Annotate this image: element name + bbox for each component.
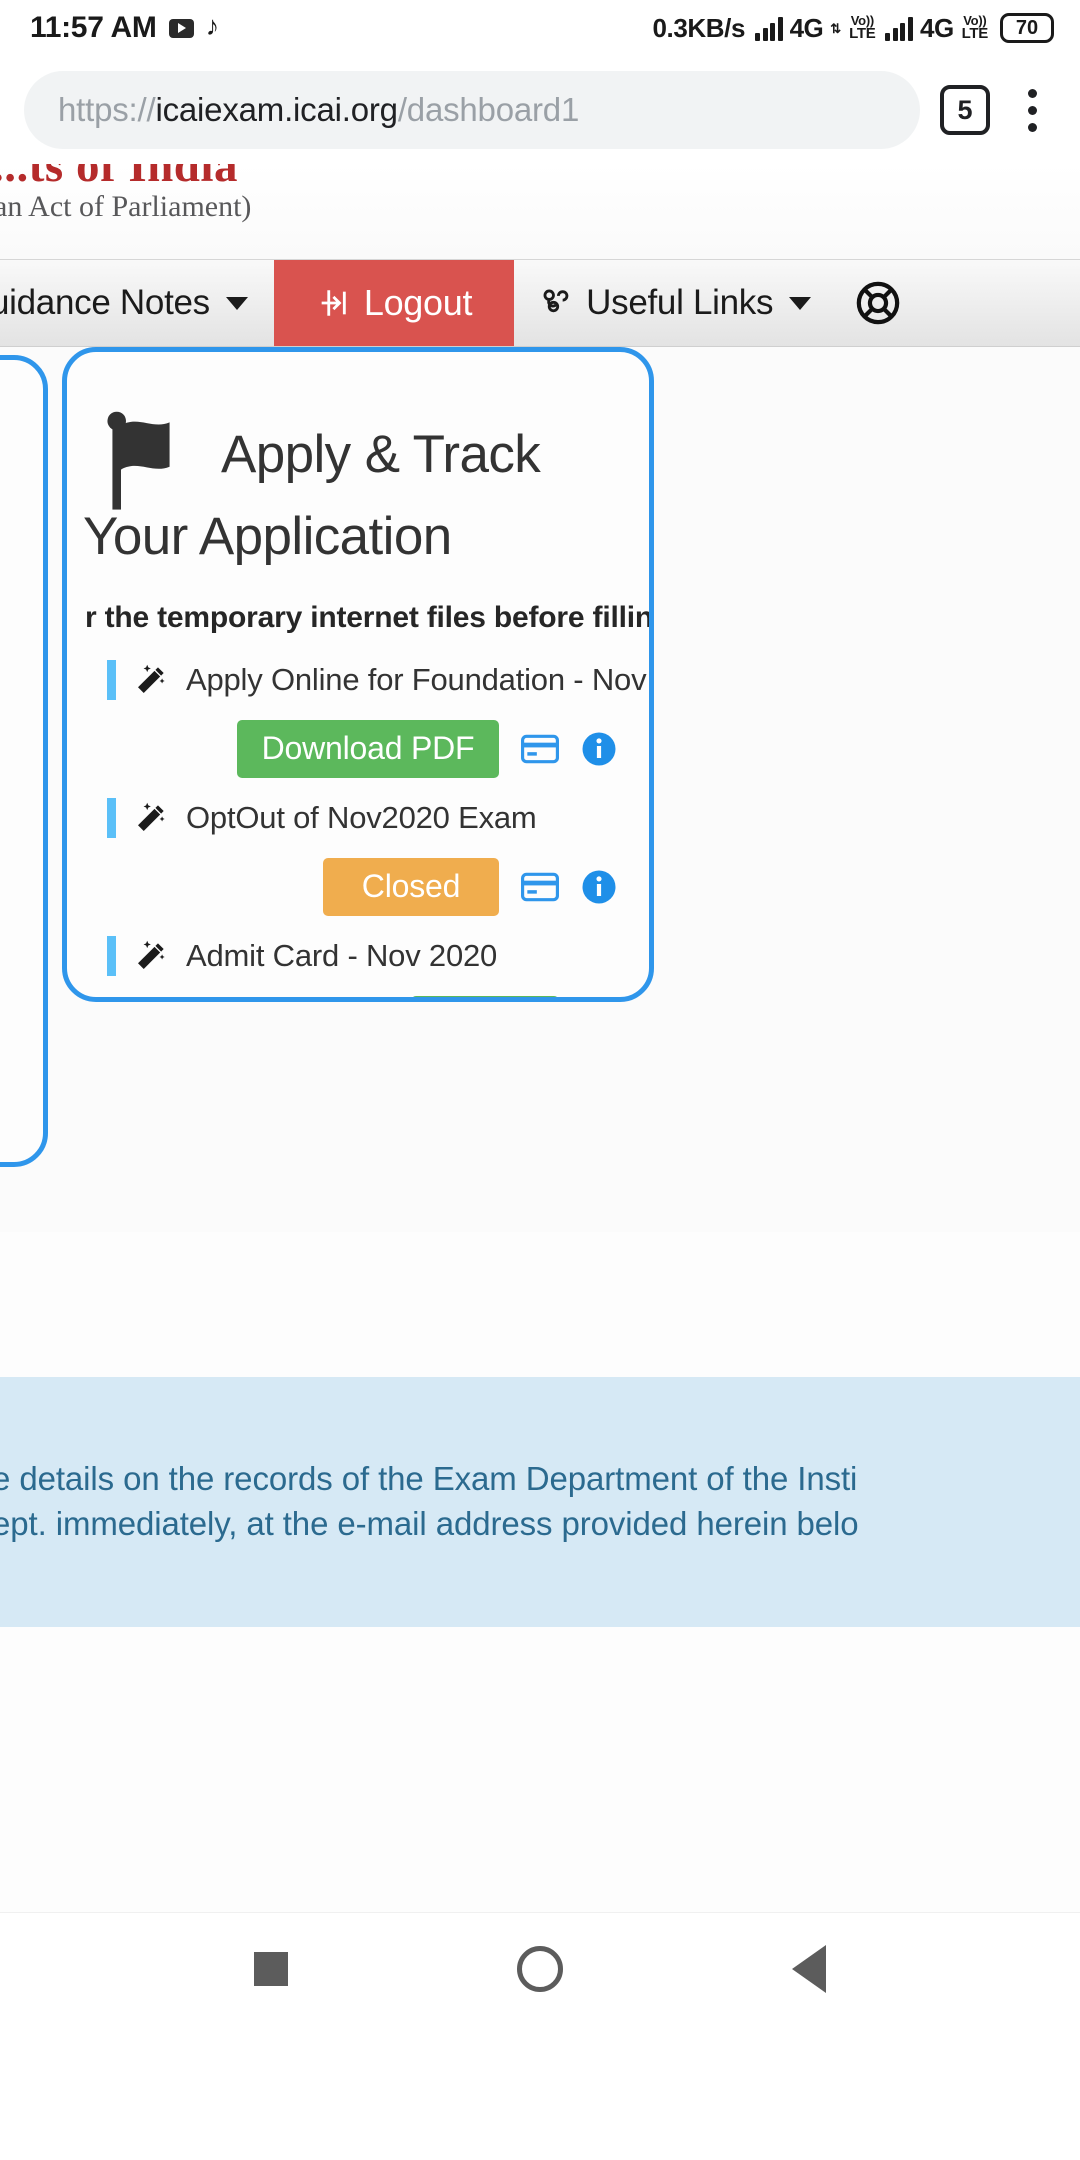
dashboard-cards-area: ⇆ , Apply & Track Your Application r the… <box>0 347 1080 1232</box>
nav-item-help[interactable] <box>837 260 927 346</box>
tab-count-label: 5 <box>957 94 973 125</box>
task-list: Apply Online for Foundation - Nov 2020 D… <box>67 649 649 997</box>
apply-track-card: Apply & Track Your Application r the tem… <box>62 347 654 1002</box>
life-ring-icon <box>856 281 900 325</box>
card-header: Apply & Track Your Application r the tem… <box>67 352 649 635</box>
task-accent-bar <box>107 797 116 838</box>
task-row: Admit Card - Nov 2020 <box>67 925 649 987</box>
task-label: OptOut of Nov2020 Exam <box>186 799 537 835</box>
task-label: Admit Card - Nov 2020 <box>186 937 498 973</box>
url-host: icaiexam.icai.org <box>155 91 398 128</box>
status-bar-left: 11:57 AM ♪ <box>30 11 219 45</box>
task-action-row: Closed <box>67 849 649 925</box>
url-scheme: https:// <box>58 91 156 128</box>
browser-toolbar: https://icaiexam.icai.org/dashboard1 5 <box>0 56 1080 164</box>
back-button[interactable] <box>791 1944 826 1993</box>
recents-button[interactable] <box>254 1951 289 1986</box>
info-icon[interactable] <box>581 731 617 767</box>
youtube-icon <box>168 18 194 38</box>
payment-card-icon[interactable] <box>521 872 559 902</box>
card-warning-text: r the temporary internet files before fi… <box>85 600 654 634</box>
network-speed-label: 0.3KB/s <box>652 12 746 43</box>
signal-bars-sim1-icon <box>755 15 783 41</box>
tab-switcher-button[interactable]: 5 <box>940 85 990 135</box>
magic-wand-icon <box>138 664 165 693</box>
logout-button[interactable]: Logout <box>273 260 515 346</box>
task-action-row: Download PDF <box>67 711 649 787</box>
battery-icon: 70 <box>1000 13 1054 43</box>
flag-icon <box>107 411 170 510</box>
task-action-row: View <box>67 987 649 997</box>
magic-wand-icon <box>138 940 165 969</box>
task-label: Apply Online for Foundation - Nov 2020 <box>186 661 649 697</box>
organization-title: ...ts of India <box>0 164 238 192</box>
home-button[interactable] <box>516 1945 563 1992</box>
closed-status-button[interactable]: Closed <box>323 857 499 916</box>
url-text: https://icaiexam.icai.org/dashboard1 <box>58 91 579 129</box>
url-bar[interactable]: https://icaiexam.icai.org/dashboard1 <box>24 71 920 149</box>
status-bar: 11:57 AM ♪ 0.3KB/s 4G ⇅ Vo)) LTE 4G Vo))… <box>0 0 1080 56</box>
webpage-viewport: ...ts of India an Act of Parliament) uid… <box>0 164 1080 2024</box>
kebab-menu-icon[interactable] <box>1004 75 1060 145</box>
sim1-volte-icon: Vo)) LTE <box>849 14 876 43</box>
magic-wand-icon <box>138 802 165 831</box>
organization-subtitle: an Act of Parliament) <box>0 190 252 223</box>
download-pdf-button[interactable]: Download PDF <box>237 719 499 778</box>
card-title-row: Apply & Track <box>105 407 629 511</box>
nav-item-label: uidance Notes <box>0 283 210 322</box>
task-row: OptOut of Nov2020 Exam <box>67 787 649 849</box>
notice-line-1: e details on the records of the Exam Dep… <box>0 1460 858 1498</box>
notice-line-2: ept. immediately, at the e-mail address … <box>0 1505 859 1542</box>
info-notice-banner: e details on the records of the Exam Dep… <box>0 1377 1080 1627</box>
volte-bottom-label-2: LTE <box>961 25 989 43</box>
adjacent-card-left[interactable]: ⇆ , <box>0 355 48 1167</box>
music-note-icon: ♪ <box>205 10 220 41</box>
info-icon[interactable] <box>581 869 617 905</box>
link-chain-icon <box>543 289 569 313</box>
nav-item-useful-links[interactable]: Useful Links <box>514 260 837 346</box>
task-row: Apply Online for Foundation - Nov 2020 <box>67 649 649 711</box>
nav-item-label-useful-links: Useful Links <box>586 283 774 322</box>
sim2-volte-icon: Vo)) LTE <box>961 14 989 43</box>
card-title-line1: Apply & Track <box>221 425 541 484</box>
status-clock: 11:57 AM <box>30 11 157 44</box>
logout-label: Logout <box>363 282 473 323</box>
battery-level-label: 70 <box>1015 16 1039 39</box>
sign-out-icon <box>321 290 346 316</box>
data-transfer-arrows-icon: ⇅ <box>830 20 842 36</box>
nav-item-guidance-notes[interactable]: uidance Notes <box>0 260 274 346</box>
task-accent-bar <box>107 935 116 976</box>
task-accent-bar <box>107 659 116 700</box>
view-admit-card-button[interactable]: View <box>411 995 559 997</box>
site-header: ...ts of India an Act of Parliament) <box>0 164 1080 259</box>
sim2-network-label: 4G <box>919 12 954 43</box>
android-navigation-bar <box>0 1912 1080 2024</box>
status-bar-right: 0.3KB/s 4G ⇅ Vo)) LTE 4G Vo)) LTE 70 <box>652 13 1054 44</box>
sim1-network-label: 4G <box>789 12 824 43</box>
signal-bars-sim2-icon <box>885 15 913 41</box>
chevron-down-icon <box>225 296 248 310</box>
card-title-line2: Your Application <box>83 507 452 566</box>
url-path: /dashboard1 <box>397 91 580 128</box>
site-navbar: uidance Notes Logout Useful Links <box>0 259 1080 347</box>
payment-card-icon[interactable] <box>521 734 559 764</box>
volte-bottom-label: LTE <box>849 25 876 43</box>
chevron-down-icon-2 <box>789 296 812 310</box>
